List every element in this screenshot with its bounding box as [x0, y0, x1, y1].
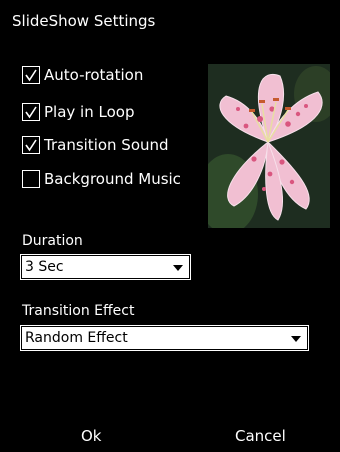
checkbox-auto-rotation[interactable]: Auto-rotation — [22, 64, 143, 86]
checkbox-icon[interactable] — [22, 66, 40, 84]
checkbox-label-background-music: Background Music — [44, 170, 181, 188]
checkbox-background-music[interactable]: Background Music — [22, 168, 181, 190]
ok-softkey[interactable]: Ok — [81, 427, 102, 445]
checkbox-icon[interactable] — [22, 170, 40, 188]
duration-select[interactable]: 3 Sec — [20, 254, 191, 280]
checkbox-label-auto-rotation: Auto-rotation — [44, 66, 144, 84]
chevron-down-icon[interactable] — [291, 336, 301, 342]
checkbox-label-play-in-loop: Play in Loop — [44, 103, 135, 121]
checkbox-transition-sound[interactable]: Transition Sound — [22, 134, 169, 156]
checkbox-icon[interactable] — [22, 103, 40, 121]
checkbox-icon[interactable] — [22, 136, 40, 154]
dialog-title: SlideShow Settings — [12, 12, 156, 30]
chevron-down-icon[interactable] — [173, 265, 183, 271]
duration-value: 3 Sec — [25, 259, 64, 275]
transition-effect-value: Random Effect — [25, 330, 128, 346]
checkbox-play-in-loop[interactable]: Play in Loop — [22, 101, 134, 123]
transition-effect-label: Transition Effect — [22, 303, 135, 319]
checkbox-label-transition-sound: Transition Sound — [44, 136, 169, 154]
transition-effect-select[interactable]: Random Effect — [20, 325, 309, 351]
lily-flower-photo — [208, 64, 330, 228]
duration-label: Duration — [22, 233, 83, 249]
cancel-softkey[interactable]: Cancel — [235, 427, 286, 445]
